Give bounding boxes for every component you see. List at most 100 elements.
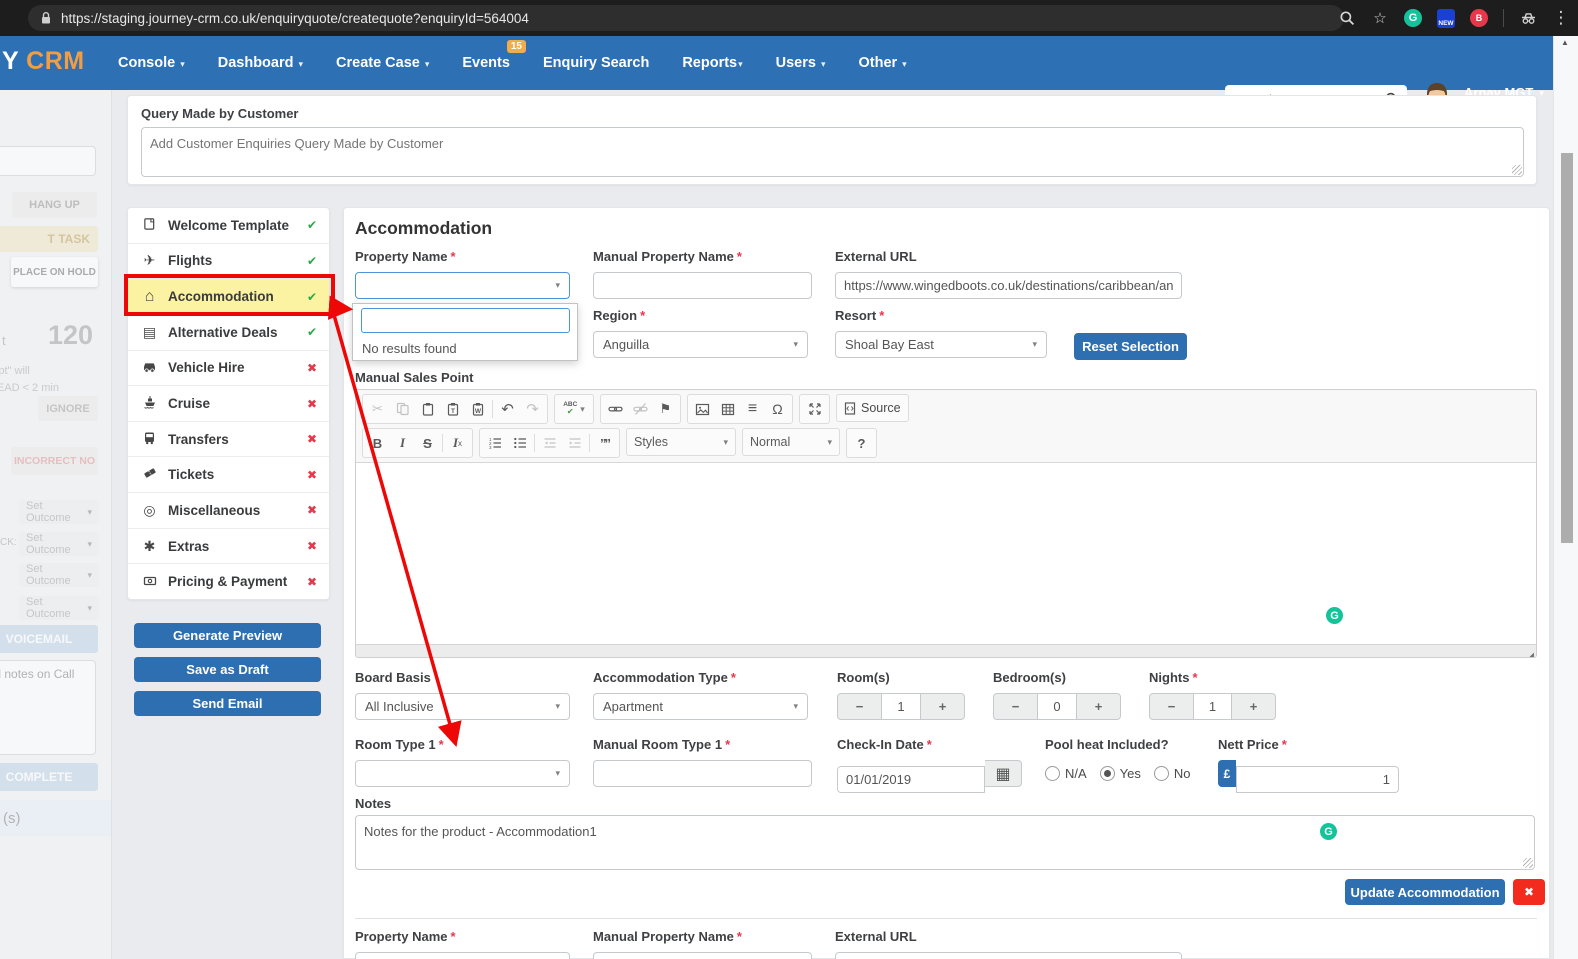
check-in-date-input[interactable]: [837, 766, 985, 793]
tab-tickets[interactable]: Tickets✖: [128, 457, 329, 493]
external-url-input[interactable]: [835, 272, 1182, 299]
tab-flights[interactable]: ✈ Flights✔: [128, 244, 329, 280]
tab-miscellaneous[interactable]: ◎ Miscellaneous✖: [128, 493, 329, 529]
plus-button[interactable]: +: [1076, 693, 1121, 720]
paragraph-format-dropdown[interactable]: Normal▾: [742, 428, 840, 456]
complete-button[interactable]: COMPLETE: [0, 763, 98, 791]
tab-alternative-deals[interactable]: ▤ Alternative Deals✔: [128, 315, 329, 351]
decrease-indent-icon[interactable]: [537, 432, 562, 454]
plus-button[interactable]: +: [920, 693, 965, 720]
cut-icon[interactable]: ✂: [365, 398, 390, 420]
send-email-button[interactable]: Send Email: [134, 691, 321, 716]
grammarly-icon[interactable]: G: [1320, 823, 1337, 840]
image-icon[interactable]: [690, 398, 715, 420]
pool-heat-na-radio[interactable]: N/A: [1045, 766, 1087, 781]
set-outcome-dropdown[interactable]: Set Outcome▾: [19, 563, 99, 587]
manual-property-name-input[interactable]: [593, 272, 812, 299]
notes-textarea[interactable]: Notes for the product - Accommodation1: [355, 815, 1535, 870]
editor-scrollbar[interactable]: ◢: [356, 644, 1536, 658]
editor-help-icon[interactable]: ?: [849, 432, 874, 454]
property-name-select[interactable]: ▾: [355, 272, 570, 299]
new-extension-icon[interactable]: NEW: [1437, 9, 1455, 28]
nav-item-console[interactable]: Console▾: [118, 55, 185, 71]
undo-icon[interactable]: ↶: [495, 398, 520, 420]
next-property-name-select[interactable]: ▾: [355, 952, 570, 959]
tab-extras[interactable]: ✱ Extras✖: [128, 529, 329, 565]
place-on-hold-button[interactable]: PLACE ON HOLD: [11, 257, 98, 287]
minus-button[interactable]: −: [837, 693, 882, 720]
app-logo[interactable]: Y CRM: [2, 47, 85, 76]
increase-indent-icon[interactable]: [562, 432, 587, 454]
hang-up-button[interactable]: HANG UP: [12, 192, 97, 218]
anchor-flag-icon[interactable]: ⚑: [653, 398, 678, 420]
resize-handle[interactable]: [1512, 165, 1522, 175]
tab-transfers[interactable]: Transfers✖: [128, 422, 329, 458]
tab-vehicle-hire[interactable]: Vehicle Hire✖: [128, 351, 329, 387]
tab-pricing-payment[interactable]: Pricing & Payment✖: [128, 564, 329, 599]
nav-item-reports[interactable]: Reports▾: [682, 55, 742, 71]
editor-content-area[interactable]: G: [356, 462, 1536, 644]
maximize-icon[interactable]: [802, 398, 827, 420]
remove-format-icon[interactable]: Ix: [445, 432, 470, 454]
link-icon[interactable]: [603, 398, 628, 420]
remove-product-button[interactable]: ✖: [1513, 879, 1545, 905]
bulleted-list-icon[interactable]: [507, 432, 532, 454]
rail-input[interactable]: [0, 146, 96, 176]
page-scrollbar[interactable]: ▲: [1553, 36, 1578, 959]
update-accommodation-button[interactable]: Update Accommodation: [1345, 879, 1505, 905]
save-as-draft-button[interactable]: Save as Draft: [134, 657, 321, 682]
copy-icon[interactable]: [390, 398, 415, 420]
manual-room-type-input[interactable]: [593, 760, 812, 787]
pool-heat-no-radio[interactable]: No: [1154, 766, 1191, 781]
scroll-up-arrow[interactable]: ▲: [1561, 38, 1569, 47]
minus-button[interactable]: −: [1149, 693, 1194, 720]
voicemail-button[interactable]: VOICEMAIL: [0, 625, 98, 653]
chrome-menu-icon[interactable]: ⋮: [1552, 9, 1570, 27]
paste-as-text-icon[interactable]: T: [440, 398, 465, 420]
minus-button[interactable]: −: [993, 693, 1038, 720]
blockquote-icon[interactable]: ””: [592, 432, 617, 454]
generate-preview-button[interactable]: Generate Preview: [134, 623, 321, 648]
calendar-icon[interactable]: ▦: [985, 760, 1022, 787]
grammarly-icon[interactable]: G: [1326, 607, 1343, 624]
spell-check-icon[interactable]: ABC✔ ▾: [557, 398, 591, 420]
plus-button[interactable]: +: [1231, 693, 1276, 720]
query-textarea[interactable]: [141, 127, 1524, 177]
tab-cruise[interactable]: Cruise✖: [128, 386, 329, 422]
set-outcome-dropdown[interactable]: Set Outcome▾: [19, 500, 99, 524]
table-icon[interactable]: [715, 398, 740, 420]
bold-icon[interactable]: B: [365, 432, 390, 454]
nett-price-input[interactable]: [1236, 766, 1399, 793]
call-notes-textarea[interactable]: [0, 660, 96, 755]
set-outcome-dropdown[interactable]: Set Outcome▾: [19, 596, 99, 620]
resize-handle[interactable]: [1523, 858, 1533, 868]
nav-item-users[interactable]: Users▾: [776, 55, 826, 71]
numbered-list-icon[interactable]: 123: [482, 432, 507, 454]
strikethrough-icon[interactable]: S: [415, 432, 440, 454]
browser-zoom-icon[interactable]: [1338, 9, 1356, 27]
bookmark-star-icon[interactable]: ☆: [1371, 9, 1389, 27]
resort-select[interactable]: Shoal Bay East▾: [835, 331, 1047, 358]
accommodation-type-select[interactable]: Apartment▾: [593, 693, 808, 720]
red-extension-icon[interactable]: B: [1470, 9, 1488, 27]
pool-heat-yes-radio[interactable]: Yes: [1100, 766, 1141, 781]
nav-item-events[interactable]: Events15: [462, 55, 510, 71]
next-manual-property-name-input[interactable]: [593, 952, 812, 959]
nights-value[interactable]: 1: [1194, 693, 1231, 720]
grammarly-extension-icon[interactable]: G: [1404, 9, 1422, 27]
region-select[interactable]: Anguilla▾: [593, 331, 808, 358]
set-outcome-dropdown[interactable]: Set Outcome▾: [19, 532, 99, 556]
unlink-icon[interactable]: [628, 398, 653, 420]
tab-welcome-template[interactable]: Welcome Template✔: [128, 208, 329, 244]
source-button[interactable]: Source: [836, 394, 909, 422]
nav-item-other[interactable]: Other▾: [858, 55, 906, 71]
ignore-button[interactable]: IGNORE: [38, 396, 98, 421]
property-search-input[interactable]: [361, 308, 570, 333]
paste-from-word-icon[interactable]: W: [465, 398, 490, 420]
nav-item-create-case[interactable]: Create Case▾: [336, 55, 429, 71]
nav-item-enquiry-search[interactable]: Enquiry Search: [543, 55, 649, 71]
bedrooms-value[interactable]: 0: [1038, 693, 1076, 720]
horizontal-rule-icon[interactable]: ≡: [740, 398, 765, 420]
board-basis-select[interactable]: All Inclusive▾: [355, 693, 570, 720]
italic-icon[interactable]: I: [390, 432, 415, 454]
